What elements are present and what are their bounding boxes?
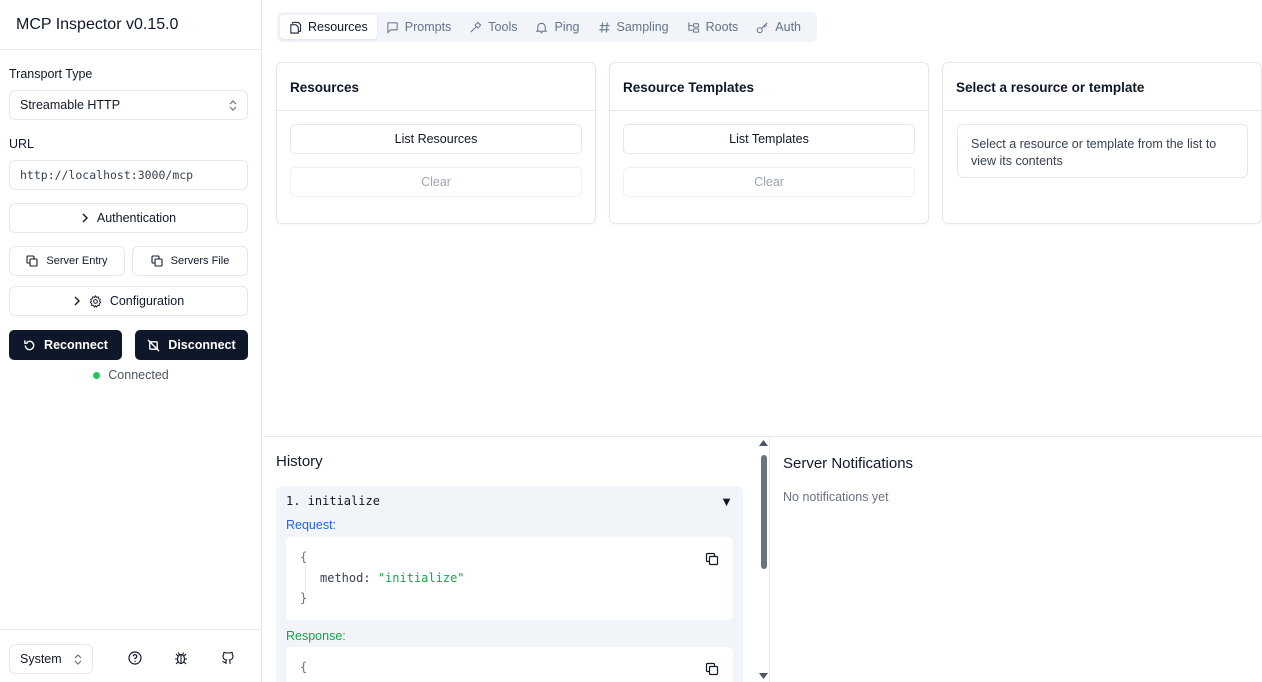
json-guide bbox=[305, 567, 306, 591]
templates-title: Resource Templates bbox=[610, 63, 928, 111]
reconnect-label: Reconnect bbox=[44, 338, 108, 352]
sidebar: MCP Inspector v0.15.0 Transport Type Str… bbox=[0, 0, 262, 682]
status-text: Connected bbox=[108, 368, 169, 382]
copy-icon bbox=[26, 255, 38, 267]
request-label: Request: bbox=[286, 518, 337, 532]
rotate-ccw-icon bbox=[24, 339, 35, 350]
reconnect-button[interactable]: Reconnect bbox=[9, 330, 122, 360]
response-label: Response: bbox=[286, 629, 346, 643]
app-title: MCP Inspector v0.15.0 bbox=[0, 0, 261, 50]
resource-templates-card: Resource Templates List Templates Clear bbox=[609, 62, 929, 224]
copy-icon[interactable] bbox=[705, 662, 719, 676]
tab-roots[interactable]: Roots bbox=[678, 15, 748, 39]
gear-icon bbox=[89, 294, 102, 308]
history-item-name: 1. initialize bbox=[286, 494, 380, 508]
main-tabs: Resources Prompts Tools Ping Sampling Ro… bbox=[277, 12, 817, 42]
notifications-empty: No notifications yet bbox=[783, 490, 889, 504]
scroll-down-arrow-icon[interactable] bbox=[759, 673, 768, 679]
status-dot bbox=[93, 371, 101, 379]
theme-value: System bbox=[20, 652, 62, 666]
resources-title: Resources bbox=[277, 63, 595, 111]
help-icon[interactable] bbox=[127, 650, 143, 666]
unplug-icon bbox=[147, 338, 160, 352]
resources-card: Resources List Resources Clear bbox=[276, 62, 596, 224]
tab-label: Prompts bbox=[404, 20, 452, 34]
bug-icon[interactable] bbox=[173, 650, 189, 666]
disconnect-label: Disconnect bbox=[168, 338, 236, 352]
server-entry-button[interactable]: Server Entry bbox=[9, 246, 125, 276]
history-title: History bbox=[276, 453, 323, 470]
tab-prompts[interactable]: Prompts bbox=[377, 15, 461, 39]
url-label: URL bbox=[9, 137, 35, 151]
copy-icon bbox=[151, 255, 163, 267]
hammer-icon bbox=[470, 21, 482, 33]
json-entry: method: "initialize" bbox=[320, 571, 465, 585]
chevrons-up-down-icon bbox=[229, 99, 237, 111]
detail-title: Select a resource or template bbox=[943, 63, 1261, 111]
resource-detail-card: Select a resource or template Select a r… bbox=[942, 62, 1262, 224]
notifications-title: Server Notifications bbox=[783, 455, 914, 472]
message-square-icon bbox=[387, 21, 398, 34]
key-icon bbox=[756, 21, 768, 33]
chevron-right-icon bbox=[82, 213, 88, 223]
configuration-toggle[interactable]: Configuration bbox=[9, 286, 248, 316]
list-resources-button[interactable]: List Resources bbox=[290, 124, 582, 154]
chevron-right-icon bbox=[74, 296, 80, 306]
json-brace: } bbox=[300, 591, 308, 605]
tab-label: Resources bbox=[308, 20, 368, 34]
connection-status: Connected bbox=[0, 368, 262, 382]
copy-icon[interactable] bbox=[705, 552, 719, 566]
url-value: http://localhost:3000/mcp bbox=[20, 168, 194, 182]
scroll-up-arrow-icon[interactable] bbox=[759, 440, 768, 446]
folder-tree-icon bbox=[687, 21, 699, 33]
authentication-label: Authentication bbox=[96, 211, 177, 225]
transport-type-value: Streamable HTTP bbox=[20, 98, 121, 112]
servers-file-button[interactable]: Servers File bbox=[132, 246, 248, 276]
files-icon bbox=[290, 21, 302, 34]
json-brace: { bbox=[300, 550, 308, 564]
json-colon: : bbox=[363, 571, 371, 585]
clear-templates-button[interactable]: Clear bbox=[623, 167, 915, 197]
server-entry-label: Server Entry bbox=[46, 255, 108, 267]
request-json: { method: "initialize" } bbox=[286, 537, 733, 620]
json-brace: { bbox=[300, 660, 308, 674]
tab-label: Roots bbox=[705, 20, 739, 34]
bottom-panel: History 1. initialize ▼ Request: { metho… bbox=[263, 436, 1262, 682]
tab-auth[interactable]: Auth bbox=[747, 15, 810, 39]
url-input[interactable]: http://localhost:3000/mcp bbox=[9, 160, 248, 190]
panel-divider bbox=[769, 437, 770, 682]
scrollbar-thumb[interactable] bbox=[761, 455, 767, 569]
configuration-label: Configuration bbox=[109, 294, 185, 308]
tab-label: Sampling bbox=[616, 20, 669, 34]
history-item[interactable]: 1. initialize ▼ Request: { method: "init… bbox=[276, 486, 743, 682]
servers-file-label: Servers File bbox=[170, 255, 230, 267]
theme-select[interactable]: System bbox=[9, 644, 93, 674]
github-icon[interactable] bbox=[220, 650, 236, 666]
tab-label: Tools bbox=[488, 20, 518, 34]
list-templates-button[interactable]: List Templates bbox=[623, 124, 915, 154]
tab-label: Ping bbox=[554, 20, 580, 34]
tab-sampling[interactable]: Sampling bbox=[589, 15, 678, 39]
response-json: { bbox=[286, 647, 733, 682]
disconnect-button[interactable]: Disconnect bbox=[135, 330, 248, 360]
tab-tools[interactable]: Tools bbox=[460, 15, 526, 39]
authentication-toggle[interactable]: Authentication bbox=[9, 203, 248, 233]
tab-label: Auth bbox=[775, 20, 802, 34]
tab-resources[interactable]: Resources bbox=[280, 15, 377, 39]
hash-icon bbox=[598, 21, 610, 33]
transport-type-label: Transport Type bbox=[9, 67, 93, 81]
sidebar-footer: System bbox=[0, 629, 262, 682]
transport-type-select[interactable]: Streamable HTTP bbox=[9, 90, 248, 120]
tab-ping[interactable]: Ping bbox=[526, 15, 588, 39]
expand-toggle-icon[interactable]: ▼ bbox=[720, 494, 733, 509]
bell-icon bbox=[536, 22, 548, 33]
json-value: "initialize" bbox=[377, 571, 465, 585]
chevrons-up-down-icon bbox=[74, 653, 82, 665]
clear-resources-button[interactable]: Clear bbox=[290, 167, 582, 197]
detail-message: Select a resource or template from the l… bbox=[957, 124, 1248, 178]
json-key: method bbox=[320, 571, 364, 585]
